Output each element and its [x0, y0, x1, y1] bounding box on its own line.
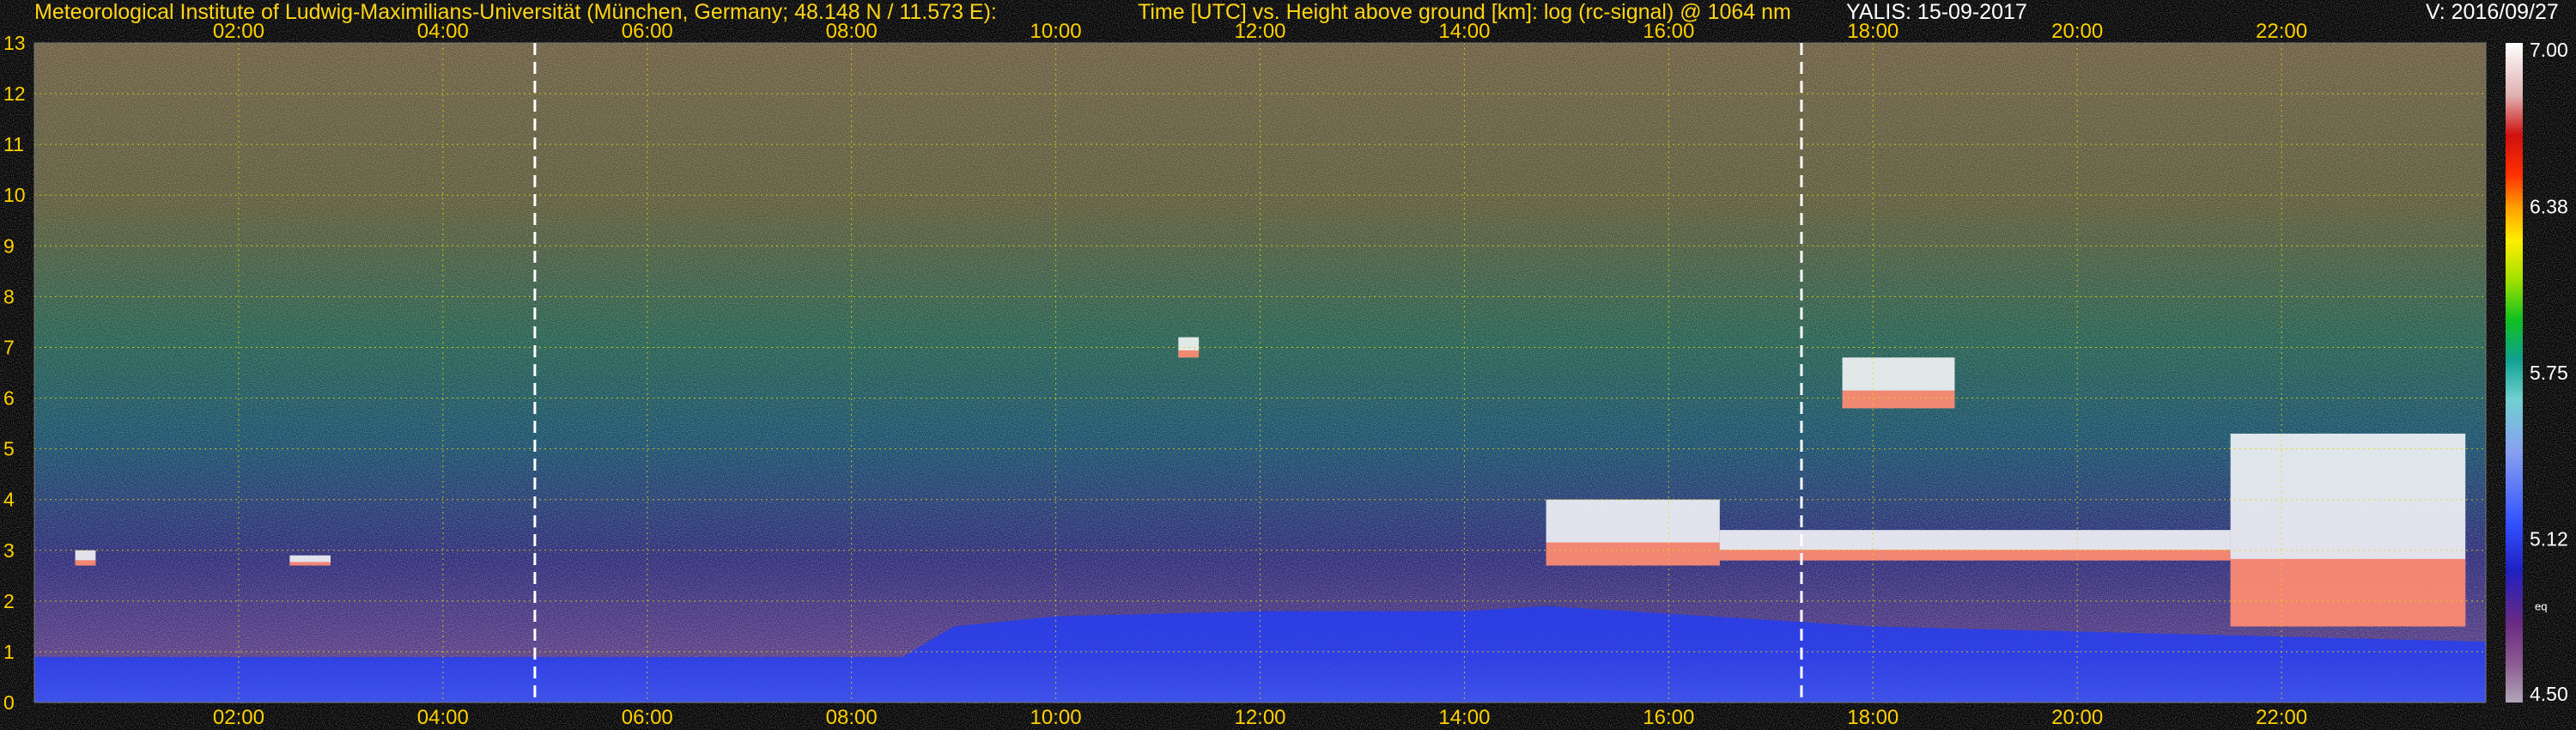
- cloud-edge-2: [2230, 558, 2466, 627]
- x-tick-label-bottom-14:00: 14:00: [1438, 706, 1490, 729]
- y-tick-label-10: 10: [3, 184, 26, 206]
- cloud-edge-0: [1546, 542, 1720, 566]
- colorbar-extra-label: eq: [2535, 599, 2547, 612]
- y-tick-label-2: 2: [3, 590, 15, 612]
- colorbar-label-2: 5.75: [2530, 362, 2568, 384]
- x-tick-label-bottom-06:00: 06:00: [622, 706, 673, 729]
- lidar-heatmap-chart: 012345678910111213 02:0002:0004:0004:000…: [3, 20, 2568, 729]
- x-tick-label-bottom-16:00: 16:00: [1643, 706, 1694, 729]
- x-tick-label-top-08:00: 08:00: [826, 20, 878, 43]
- lidar-quicklook: Meteorological Institute of Ludwig-Maxim…: [0, 0, 2576, 730]
- colorbar-label-0: 7.00: [2530, 39, 2568, 61]
- y-tick-label-5: 5: [3, 438, 15, 460]
- y-tick-label-1: 1: [3, 641, 15, 663]
- y-tick-label-12: 12: [3, 82, 26, 105]
- y-tick-label-9: 9: [3, 234, 15, 257]
- y-axis: 012345678910111213: [3, 32, 26, 714]
- x-tick-label-top-22:00: 22:00: [2256, 20, 2307, 43]
- cloud-edge-4: [1178, 350, 1200, 358]
- x-tick-label-bottom-20:00: 20:00: [2051, 706, 2103, 729]
- x-tick-label-bottom-08:00: 08:00: [826, 706, 878, 729]
- y-tick-label-8: 8: [3, 285, 15, 307]
- colorbar-ticks: 7.00 6.38 5.75 5.12 4.50 eq: [2530, 39, 2568, 705]
- colorbar-label-4: 4.50: [2530, 683, 2568, 705]
- y-tick-label-13: 13: [3, 32, 26, 54]
- y-tick-label-11: 11: [3, 133, 24, 155]
- y-tick-label-4: 4: [3, 489, 15, 511]
- y-tick-label-0: 0: [3, 691, 15, 714]
- cloud-edge-3: [1842, 390, 1955, 409]
- x-tick-label-top-20:00: 20:00: [2051, 20, 2103, 43]
- x-tick-label-top-10:00: 10:00: [1030, 20, 1082, 43]
- x-tick-label-bottom-22:00: 22:00: [2256, 706, 2307, 729]
- x-tick-label-bottom-02:00: 02:00: [213, 706, 264, 729]
- x-tick-label-top-04:00: 04:00: [417, 20, 469, 43]
- y-tick-label-6: 6: [3, 387, 15, 410]
- x-tick-label-top-16:00: 16:00: [1643, 20, 1694, 43]
- x-tick-label-bottom-12:00: 12:00: [1234, 706, 1285, 729]
- x-tick-label-bottom-18:00: 18:00: [1847, 706, 1899, 729]
- x-tick-label-top-12:00: 12:00: [1234, 20, 1285, 43]
- cloud-edge-5: [75, 560, 96, 566]
- x-tick-label-top-02:00: 02:00: [213, 20, 264, 43]
- colorbar: [2506, 43, 2523, 703]
- x-tick-label-bottom-04:00: 04:00: [417, 706, 469, 729]
- y-tick-label-3: 3: [3, 539, 15, 562]
- cloud-edge-6: [289, 562, 331, 566]
- colorbar-label-1: 6.38: [2530, 195, 2568, 217]
- x-tick-label-bottom-10:00: 10:00: [1030, 706, 1082, 729]
- colorbar-label-3: 5.12: [2530, 528, 2568, 551]
- x-tick-label-top-18:00: 18:00: [1847, 20, 1899, 43]
- x-tick-label-top-14:00: 14:00: [1438, 20, 1490, 43]
- x-tick-label-top-06:00: 06:00: [622, 20, 673, 43]
- y-tick-label-7: 7: [3, 336, 15, 358]
- cloud-edge-1: [1719, 550, 2231, 561]
